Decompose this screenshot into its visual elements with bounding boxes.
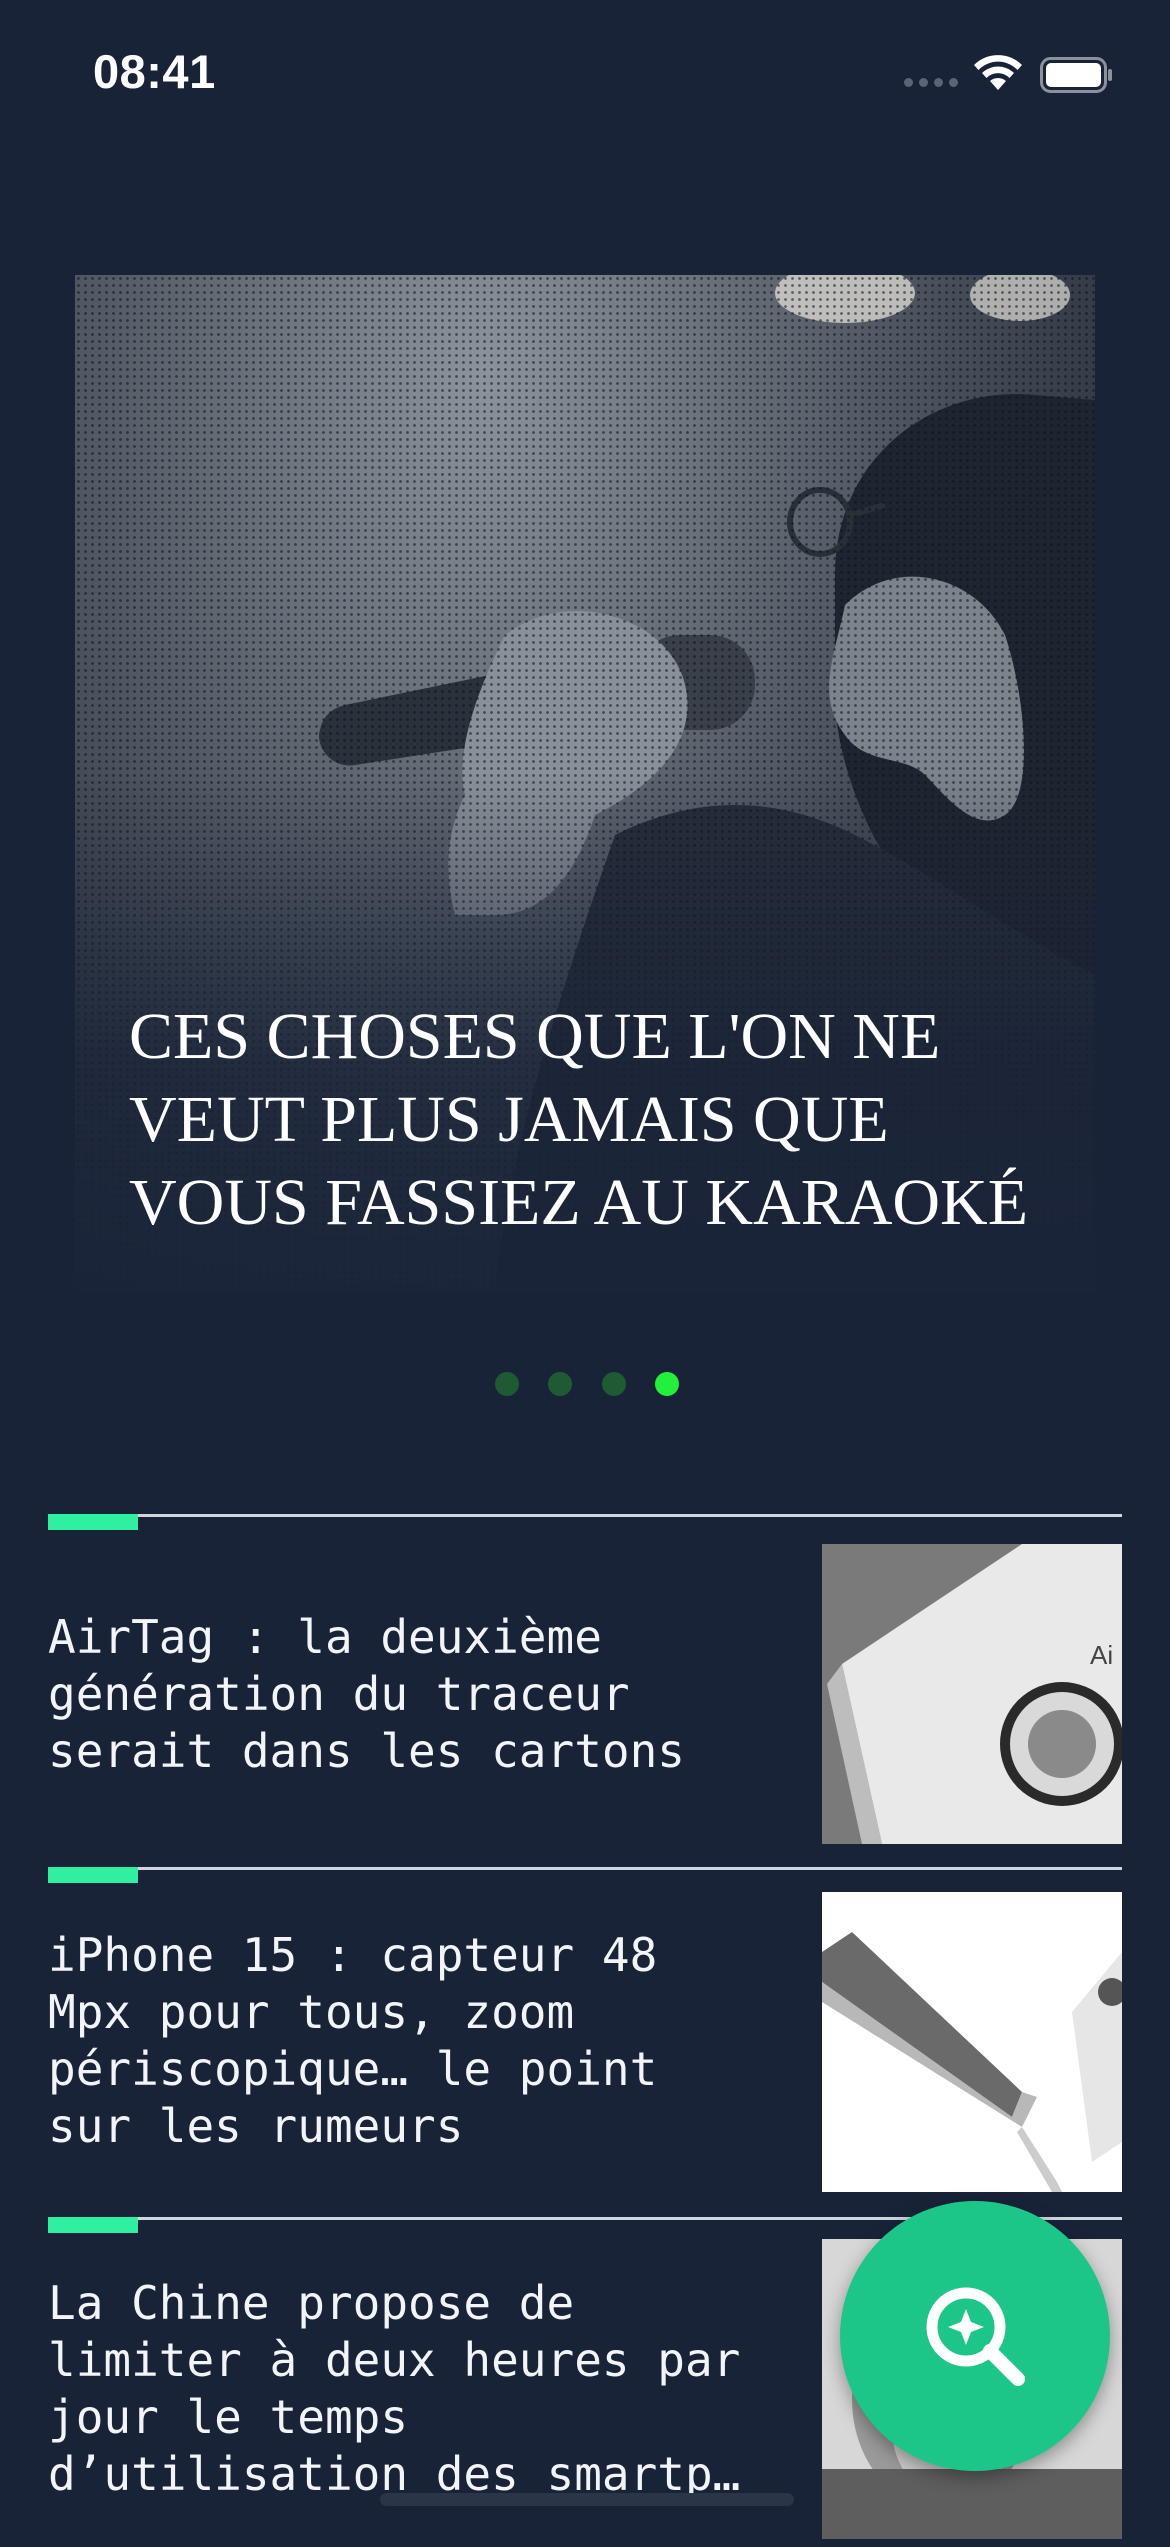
wifi-icon: [974, 55, 1022, 90]
article-item[interactable]: iPhone 15 : capteur 48 Mpx pour tous, zo…: [48, 1867, 1122, 2197]
iphone-photo: [822, 1892, 1122, 2192]
status-time: 08:41: [93, 45, 216, 98]
article-accent-bar: [48, 1867, 138, 1883]
featured-article-title: CES CHOSES QUE L'ON NE VEUT PLUS JAMAIS …: [129, 1000, 1029, 1239]
featured-article-card[interactable]: CES CHOSES QUE L'ON NE VEUT PLUS JAMAIS …: [75, 275, 1095, 1293]
article-accent-bar: [48, 2217, 138, 2233]
article-item[interactable]: AirTag : la deuxième génération du trace…: [48, 1514, 1122, 1844]
pager-dot-2[interactable]: [548, 1372, 572, 1396]
cellular-signal-icon: [904, 78, 960, 90]
article-accent-bar: [48, 1514, 138, 1530]
airtag-box-photo: Ai: [822, 1544, 1122, 1844]
article-title: La Chine propose de limiter à deux heure…: [48, 2276, 741, 2501]
discover-fab-button[interactable]: [840, 2201, 1110, 2471]
article-title: AirTag : la deuxième génération du trace…: [48, 1610, 685, 1778]
pager-dot-4[interactable]: [655, 1372, 679, 1396]
svg-text:Ai: Ai: [1090, 1640, 1113, 1670]
status-bar: 08:41: [0, 0, 1170, 150]
pager-dot-1[interactable]: [495, 1372, 519, 1396]
pager-dot-3[interactable]: [602, 1372, 626, 1396]
article-divider: [48, 1514, 1122, 1517]
article-title: iPhone 15 : capteur 48 Mpx pour tous, zo…: [48, 1928, 658, 2153]
home-indicator[interactable]: [380, 2493, 794, 2506]
battery-icon: [1040, 57, 1112, 93]
discover-search-icon: [926, 2287, 1025, 2386]
article-divider: [48, 1867, 1122, 1870]
